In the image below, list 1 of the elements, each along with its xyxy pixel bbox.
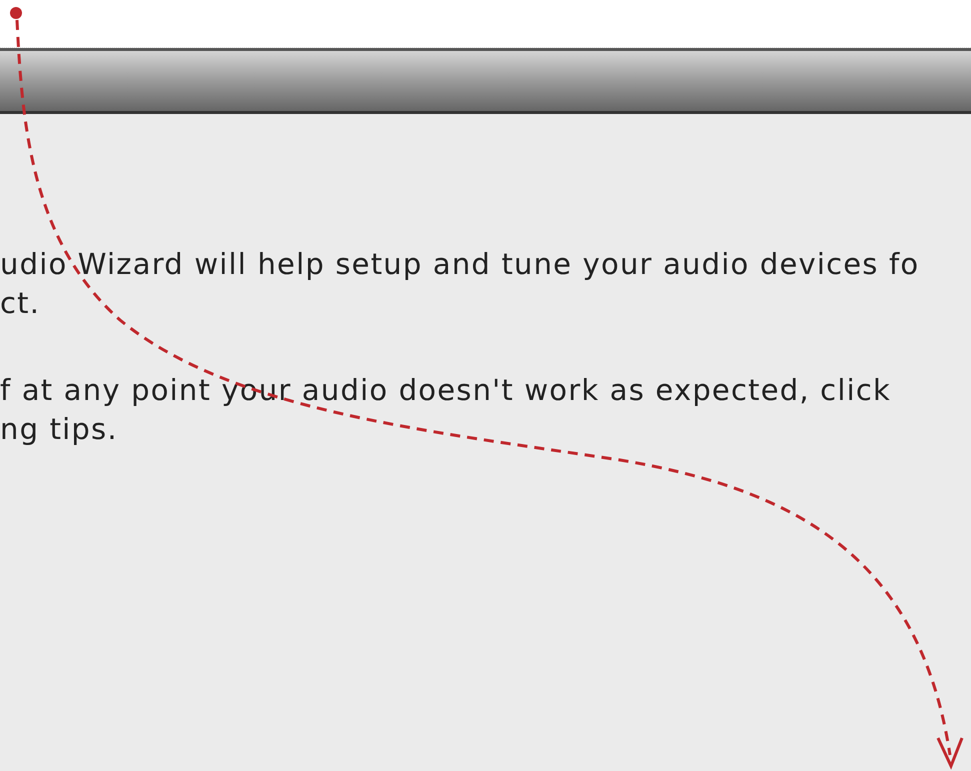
- wizard-text: udio Wizard will help setup and tune your audio devices fo ct.: [0, 246, 920, 322]
